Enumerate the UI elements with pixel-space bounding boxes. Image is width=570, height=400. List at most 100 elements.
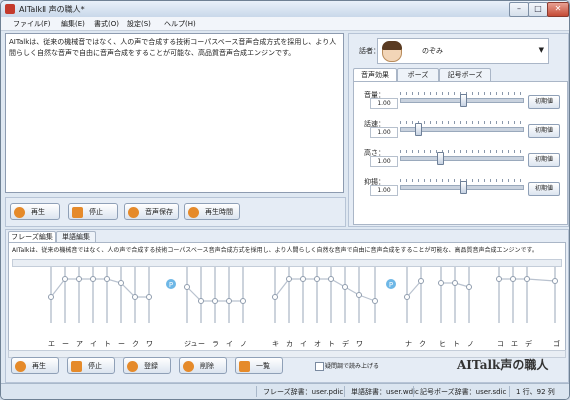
time-label: 再生時間 <box>205 208 233 216</box>
status-separator <box>509 386 510 397</box>
pitch-ticks <box>400 150 522 153</box>
play-label: 再生 <box>32 362 46 370</box>
kana: ヒ <box>439 340 446 348</box>
minimize-button[interactable]: – <box>509 2 529 17</box>
play-time-button[interactable]: 再生時間 <box>184 203 240 220</box>
tab-voice-effect[interactable]: 音声効果 <box>353 68 397 82</box>
stop-icon <box>71 361 82 372</box>
chevron-down-icon: ▼ <box>538 46 544 54</box>
kana: カ <box>286 340 293 348</box>
intonation-value[interactable]: 1.00 <box>370 185 398 196</box>
kana: ラ <box>212 340 219 348</box>
list-button[interactable]: 一覧 <box>235 357 283 374</box>
phrase-stop-button[interactable]: 停止 <box>67 357 115 374</box>
status-separator <box>344 386 345 397</box>
register-button[interactable]: 登録 <box>123 357 171 374</box>
save-label: 音声保存 <box>145 208 173 216</box>
speed-slider-thumb[interactable] <box>415 123 423 136</box>
kana: ト <box>104 340 111 348</box>
kana: キ <box>272 340 279 348</box>
accent-curve-graph[interactable]: P P <box>9 267 565 339</box>
kana: イ <box>90 340 97 348</box>
list-label: 一覧 <box>256 362 270 370</box>
phrase-play-button[interactable]: 再生 <box>11 357 59 374</box>
menu-file[interactable]: ファイル(F) <box>13 19 51 29</box>
phrase-text[interactable]: AITalkは、従来の機械音ではなく、人の声で合成する技術コーパスベース音声合成… <box>12 245 538 254</box>
play-label: 再生 <box>31 208 45 216</box>
pitch-reset-button[interactable]: 初期値 <box>528 153 560 167</box>
kana: ノ <box>240 340 247 348</box>
kana: ー <box>198 340 205 348</box>
main-text-area[interactable]: AITalkは、従来の機械音ではなく、人の声で合成する技術コーパスベース音声合成… <box>5 33 344 193</box>
phrase-edit-area: AITalkは、従来の機械音ではなく、人の声で合成する技術コーパスベース音声合成… <box>8 242 566 351</box>
phrase-scrollbar[interactable] <box>12 259 562 267</box>
kana: ナ <box>405 340 412 348</box>
voice-effect-panel: 音量： 1.00 初期値 話速： 1.00 初期値 高さ： 1.00 初期値 抑… <box>353 81 568 225</box>
volume-value[interactable]: 1.00 <box>370 98 398 109</box>
kana: デ <box>342 340 349 348</box>
download-icon <box>128 207 139 218</box>
window-title: AITalkⅡ 声の職人* <box>19 5 85 14</box>
status-separator <box>256 386 257 397</box>
stop-label: 停止 <box>88 362 102 370</box>
play-icon <box>15 361 26 372</box>
save-audio-button[interactable]: 音声保存 <box>124 203 179 220</box>
status-bar: フレーズ辞書：user.pdic 単語辞書：user.wdic 記号ポーズ辞書：… <box>1 383 569 399</box>
kana: コ <box>497 340 504 348</box>
pause-mark-label: P <box>389 281 393 289</box>
clock-icon <box>188 207 199 218</box>
speaker-select[interactable]: のぞみ ▼ <box>377 38 549 64</box>
stop-button[interactable]: 停止 <box>68 203 118 220</box>
pitch-slider[interactable] <box>400 156 524 161</box>
play-icon <box>14 207 25 218</box>
intonation-reset-button[interactable]: 初期値 <box>528 182 560 196</box>
delete-label: 削除 <box>200 362 214 370</box>
speaker-icon <box>127 361 138 372</box>
kana: ア <box>76 340 83 348</box>
play-button[interactable]: 再生 <box>10 203 60 220</box>
word-dict-status: 単語辞書：user.wdic <box>351 388 419 396</box>
maximize-button[interactable]: □ <box>528 2 548 17</box>
volume-slider-thumb[interactable] <box>460 94 468 107</box>
kana: デ <box>525 340 532 348</box>
delete-button[interactable]: 削除 <box>179 357 227 374</box>
kana: ト <box>328 340 335 348</box>
kana: ク <box>132 340 139 348</box>
menu-help[interactable]: ヘルプ(H) <box>164 19 196 29</box>
cursor-position: 1 行、92 列 <box>516 388 555 396</box>
volume-reset-button[interactable]: 初期値 <box>528 95 560 109</box>
phrase-dict-status: フレーズ辞書：user.pdic <box>263 388 344 396</box>
logo: AITalk声の職人 <box>457 358 549 372</box>
speed-value[interactable]: 1.00 <box>370 127 398 138</box>
kana: ワ <box>356 340 363 348</box>
title-bar: AITalkⅡ 声の職人* – □ ✕ <box>1 1 569 17</box>
top-button-row: 再生 停止 音声保存 再生時間 <box>5 197 346 227</box>
kana: ー <box>62 340 69 348</box>
kana: ク <box>419 340 426 348</box>
question-tone-label: 疑問調で読み上げる <box>325 363 380 370</box>
app-icon <box>5 4 15 14</box>
menu-edit[interactable]: 編集(E) <box>61 19 85 29</box>
kana: ワ <box>146 340 153 348</box>
pitch-value[interactable]: 1.00 <box>370 156 398 167</box>
trash-icon <box>183 361 194 372</box>
speed-reset-button[interactable]: 初期値 <box>528 124 560 138</box>
symbol-dict-status: 記号ポーズ辞書：user.sdic <box>420 388 507 396</box>
speaker-name: のぞみ <box>422 47 443 55</box>
pause-mark-label: P <box>169 281 173 289</box>
voice-settings-panel: 話者： のぞみ ▼ 音声効果 ポーズ 記号ポーズ 音量： 1.00 初期値 話速… <box>348 33 569 227</box>
kana: ノ <box>467 340 474 348</box>
tab-symbol-pause[interactable]: 記号ポーズ <box>439 68 491 81</box>
kana: ー <box>118 340 125 348</box>
intonation-slider-thumb[interactable] <box>460 181 468 194</box>
pitch-slider-thumb[interactable] <box>437 152 445 165</box>
menu-format[interactable]: 書式(O) <box>94 19 119 29</box>
kana: エ <box>511 340 518 348</box>
question-tone-checkbox[interactable] <box>315 362 324 371</box>
app-window: AITalkⅡ 声の職人* – □ ✕ ファイル(F) 編集(E) 書式(O) … <box>0 0 570 400</box>
kana: ジュ <box>184 340 198 348</box>
close-button[interactable]: ✕ <box>547 2 569 17</box>
menu-settings[interactable]: 設定(S) <box>127 19 151 29</box>
kana: オ <box>314 340 321 348</box>
tab-pause[interactable]: ポーズ <box>397 68 439 81</box>
